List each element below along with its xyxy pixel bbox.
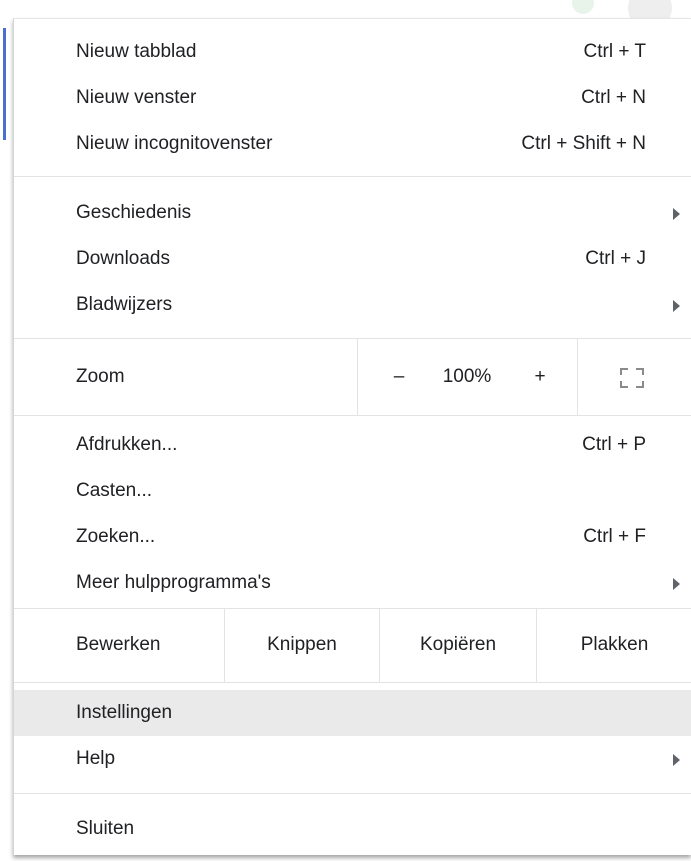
zoom-label: Zoom — [76, 366, 125, 387]
submenu-arrow-icon — [673, 208, 680, 220]
menu-item-label: Sluiten — [76, 818, 135, 839]
zoom-row: Zoom – 100% + — [14, 339, 691, 415]
edit-row: Bewerken Knippen Kopiëren Plakken — [14, 608, 691, 682]
menu-item-cast[interactable]: Casten... — [14, 468, 691, 514]
menu-item-label: Meer hulpprogramma's — [76, 572, 271, 593]
menu-item-shortcut: Ctrl + J — [585, 248, 646, 269]
zoom-in-button[interactable]: + — [517, 339, 563, 415]
menu-separator — [14, 793, 691, 794]
menu-item-label: Nieuw incognitovenster — [76, 133, 273, 154]
menu-separator — [14, 682, 691, 683]
menu-item-shortcut: Ctrl + T — [583, 41, 646, 62]
zoom-divider — [577, 339, 578, 415]
menu-item-label: Casten... — [76, 480, 153, 501]
menu-item-shortcut: Ctrl + Shift + N — [521, 133, 646, 154]
screen: Nieuw tabblad Ctrl + T Nieuw venster Ctr… — [0, 0, 691, 861]
menu-item-label: Help — [76, 748, 116, 769]
menu-item-label: Downloads — [76, 248, 170, 269]
menu-item-new-incognito-window[interactable]: Nieuw incognitovenster Ctrl + Shift + N — [14, 121, 691, 167]
menu-item-label: Instellingen — [76, 702, 173, 723]
menu-item-shortcut: Ctrl + N — [581, 87, 646, 108]
paste-button[interactable]: Plakken — [537, 608, 691, 682]
menu-item-label: Bladwijzers — [76, 294, 173, 315]
menu-separator — [14, 415, 691, 416]
menu-item-more-tools[interactable]: Meer hulpprogramma's — [14, 560, 691, 606]
menu-item-bookmarks[interactable]: Bladwijzers — [14, 282, 691, 328]
menu-item-print[interactable]: Afdrukken... Ctrl + P — [14, 422, 691, 468]
menu-separator — [14, 176, 691, 177]
menu-item-label: Afdrukken... — [76, 434, 178, 455]
menu-item-history[interactable]: Geschiedenis — [14, 190, 691, 236]
menu-item-exit[interactable]: Sluiten — [14, 806, 691, 852]
cut-button[interactable]: Knippen — [225, 608, 379, 682]
browser-main-menu: Nieuw tabblad Ctrl + T Nieuw venster Ctr… — [13, 18, 691, 855]
menu-item-new-tab[interactable]: Nieuw tabblad Ctrl + T — [14, 29, 691, 75]
copy-button[interactable]: Kopiëren — [380, 608, 536, 682]
menu-item-label: Nieuw tabblad — [76, 41, 197, 62]
submenu-arrow-icon — [673, 578, 680, 590]
submenu-arrow-icon — [673, 754, 680, 766]
menu-item-settings[interactable]: Instellingen — [14, 690, 691, 736]
zoom-out-button[interactable]: – — [376, 339, 422, 415]
zoom-level: 100% — [442, 366, 492, 387]
menu-item-new-window[interactable]: Nieuw venster Ctrl + N — [14, 75, 691, 121]
menu-item-shortcut: Ctrl + P — [582, 434, 646, 455]
menu-item-find[interactable]: Zoeken... Ctrl + F — [14, 514, 691, 560]
menu-item-shortcut: Ctrl + F — [583, 526, 646, 547]
fullscreen-icon[interactable] — [620, 368, 644, 388]
menu-item-help[interactable]: Help — [14, 736, 691, 782]
menu-item-label: Nieuw venster — [76, 87, 197, 108]
menu-item-downloads[interactable]: Downloads Ctrl + J — [14, 236, 691, 282]
submenu-arrow-icon — [673, 300, 680, 312]
menu-item-label: Zoeken... — [76, 526, 156, 547]
edit-label: Bewerken — [76, 634, 161, 655]
page-accent-bar — [3, 28, 6, 140]
menu-item-label: Geschiedenis — [76, 202, 192, 223]
zoom-divider — [357, 339, 358, 415]
